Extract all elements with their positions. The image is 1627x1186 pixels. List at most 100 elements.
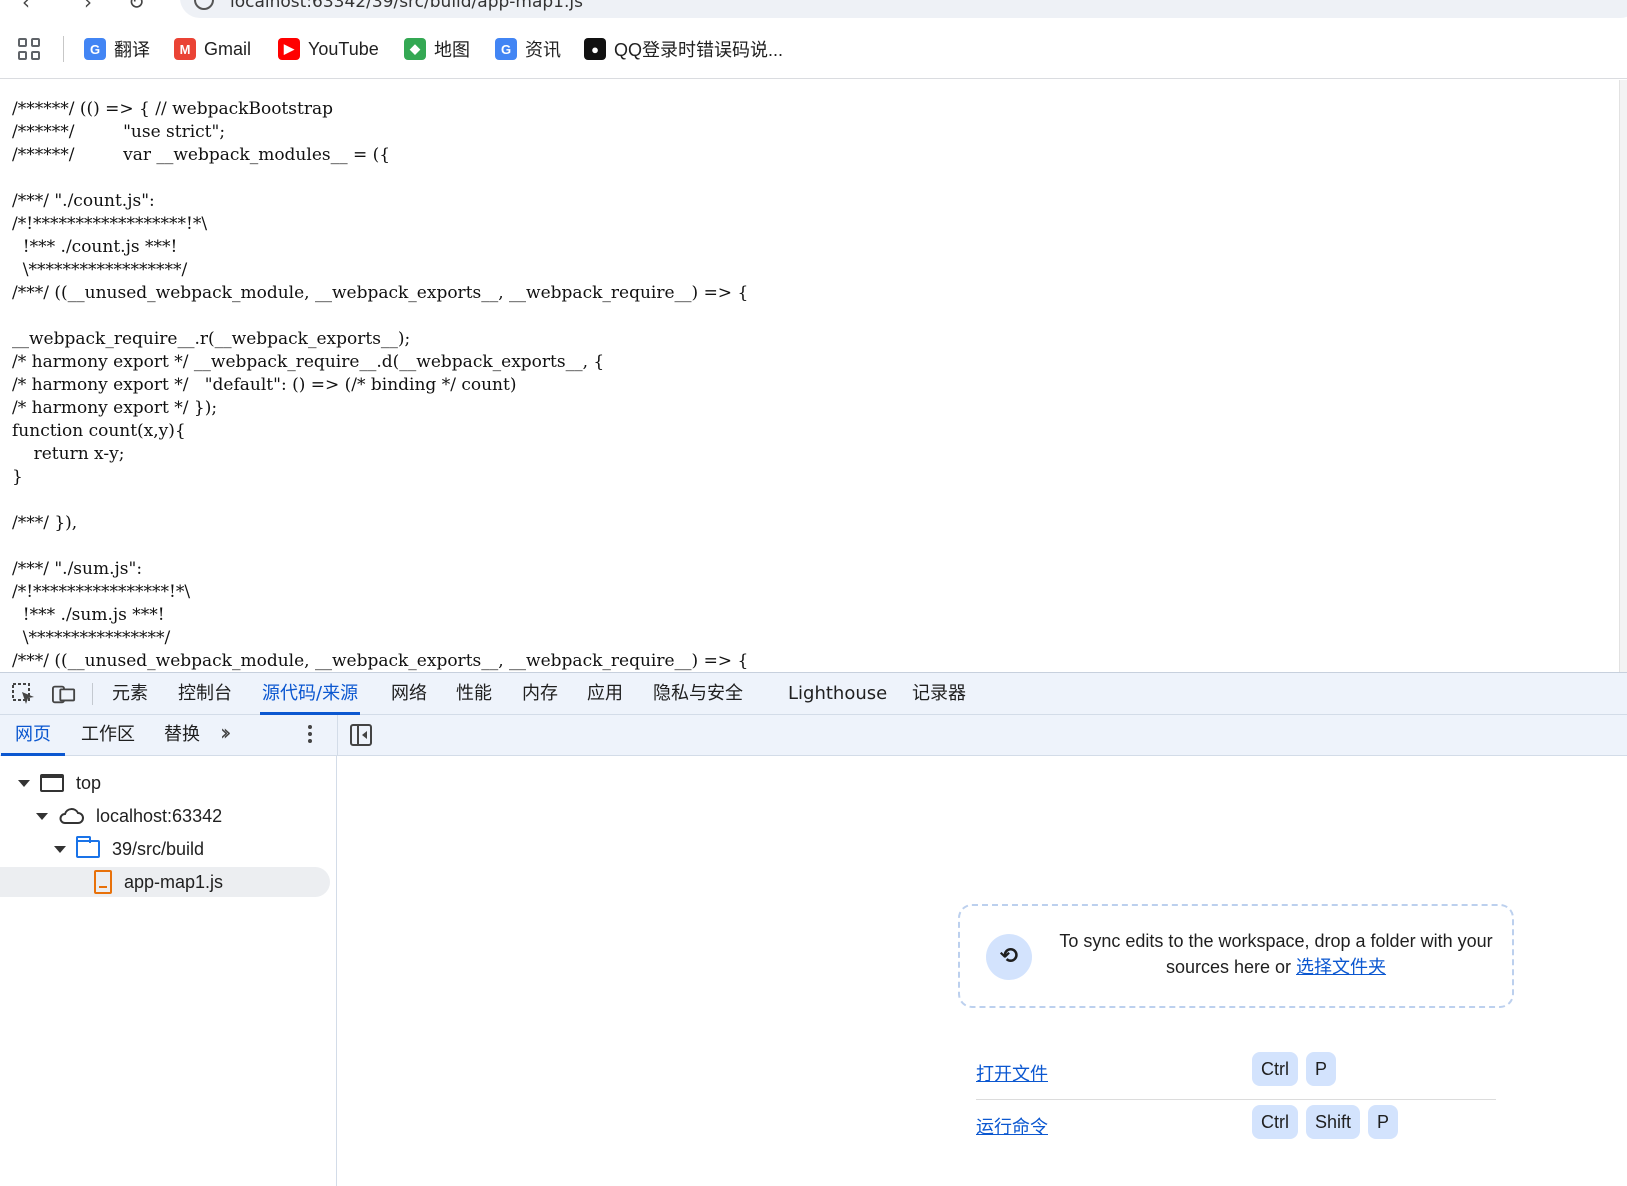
bookmarks-separator (63, 36, 64, 62)
apps-grid-icon[interactable] (18, 38, 40, 60)
code-line: /* harmony export */ "default": () => (/… (12, 375, 517, 395)
devtools-tab-9[interactable]: 记录器 (912, 673, 966, 715)
bookmark-favicon-icon: G (84, 38, 106, 60)
bookmark-1[interactable]: M Gmail (174, 36, 251, 62)
code-line: __webpack_require__.r(__webpack_exports_… (12, 329, 411, 349)
bookmark-3[interactable]: ◆ 地图 (404, 36, 470, 62)
code-line: /***/ "./sum.js": (12, 559, 143, 579)
code-line: /***/ }), (12, 513, 78, 533)
bookmark-label: 资讯 (525, 40, 561, 60)
code-line: /*!****************!*\ (12, 582, 191, 602)
shortcut-row: 打开文件 Ctrl P (976, 1046, 1496, 1100)
omnibox[interactable]: localhost:63342/39/src/build/app-map1.js (180, 0, 1627, 18)
more-tabs-chevron-icon[interactable]: ›› (220, 721, 231, 746)
pane-separator (337, 715, 338, 756)
toggle-navigator-icon[interactable] (350, 724, 372, 746)
devtools-tab-1[interactable]: 控制台 (178, 673, 232, 715)
code-line: /***/ "./count.js": (12, 191, 155, 211)
devtools-tab-7[interactable]: 隐私与安全 (653, 673, 743, 715)
code-line: /***/ ((__unused_webpack_module, __webpa… (12, 651, 749, 671)
cloud-icon (58, 807, 84, 825)
tree-item-label: localhost:63342 (96, 805, 223, 826)
sources-sub-tab-0[interactable]: 网页 (1, 715, 65, 756)
tree-item[interactable]: app-map1.js (0, 867, 330, 897)
bookmark-favicon-icon: G (495, 38, 517, 60)
key-chip: Ctrl (1252, 1105, 1298, 1139)
shortcut-link[interactable]: 运行命令 (976, 1113, 1048, 1139)
tree-item-label: app-map1.js (124, 871, 224, 892)
tab-separator (92, 683, 93, 705)
devtools-tab-8[interactable]: Lighthouse (788, 673, 887, 715)
code-line: /* harmony export */ __webpack_require__… (12, 352, 605, 372)
code-line: /******/ var __webpack_modules__ = ({ (12, 145, 391, 165)
key-chip: Ctrl (1252, 1052, 1298, 1086)
tree-item[interactable]: localhost:63342 (0, 801, 330, 831)
code-line: !*** ./sum.js ***! (12, 605, 165, 625)
bookmark-favicon-icon: ● (584, 38, 606, 60)
more-options-icon[interactable] (308, 725, 312, 745)
bookmark-favicon-icon: ◆ (404, 38, 426, 60)
folder-icon (76, 836, 100, 858)
page-source-view[interactable]: /******/ (() => { // webpackBootstrap /**… (0, 80, 1627, 672)
expand-triangle-icon[interactable] (36, 812, 48, 820)
frame-icon (40, 774, 64, 792)
code-line: /*!******************!*\ (12, 214, 208, 234)
key-chip: Shift (1306, 1105, 1361, 1139)
devtools-tab-4[interactable]: 性能 (456, 673, 492, 715)
bookmark-0[interactable]: G 翻译 (84, 36, 150, 62)
shortcut-link[interactable]: 打开文件 (976, 1060, 1048, 1086)
device-toolbar-icon[interactable] (52, 683, 76, 705)
code-line: !*** ./count.js ***! (12, 237, 178, 257)
code-line: /******/ (() => { // webpackBootstrap (12, 99, 333, 119)
devtools-tab-5[interactable]: 内存 (522, 673, 558, 715)
bookmark-5[interactable]: ● QQ登录时错误码说... (584, 36, 783, 62)
sources-sub-tab-1[interactable]: 工作区 (81, 715, 135, 755)
bookmarks-bar: G 翻译 M Gmail ▶ YouTube ◆ 地图 G 资讯 ● QQ登录时错误码说... (0, 22, 1627, 79)
shortcut-keys: Ctrl Shift P (1252, 1105, 1406, 1139)
devtools-main-tabs: 元素 控制台 源代码/来源 网络 性能 内存 应用 隐私与安全 Lighthouse 记录器 (0, 673, 1627, 715)
bookmark-2[interactable]: ▶ YouTube (278, 36, 379, 62)
bookmark-label: 地图 (434, 40, 470, 60)
page-scrollbar[interactable] (1619, 80, 1627, 672)
code-line: /* harmony export */ }); (12, 398, 218, 418)
devtools-tab-6[interactable]: 应用 (587, 673, 623, 715)
devtools-tab-2[interactable]: 源代码/来源 (259, 673, 361, 715)
site-info-icon[interactable] (194, 0, 214, 10)
url-text[interactable]: localhost:63342/39/src/build/app-map1.js (230, 0, 583, 12)
bookmark-label: Gmail (204, 38, 252, 59)
code-line: /******/ "use strict"; (12, 122, 226, 142)
code-line: return x-y; (12, 444, 125, 464)
sources-sub-tab-2[interactable]: 替换 (164, 715, 200, 755)
back-icon[interactable]: ‹ (22, 0, 30, 14)
reload-icon[interactable]: ↻ (128, 0, 145, 14)
bookmark-favicon-icon: ▶ (278, 38, 300, 60)
bookmark-favicon-icon: M (174, 38, 196, 60)
key-chip: P (1368, 1105, 1399, 1139)
sources-sub-tabs: 网页 工作区 替换 ›› (0, 715, 1627, 756)
forward-icon[interactable]: › (84, 0, 92, 14)
devtools-tab-3[interactable]: 网络 (391, 673, 427, 715)
workspace-drop-zone[interactable]: ⟲ To sync edits to the workspace, drop a… (958, 904, 1514, 1008)
expand-triangle-icon[interactable] (54, 845, 66, 853)
code-line: function count(x,y){ (12, 421, 186, 441)
bookmark-4[interactable]: G 资讯 (495, 36, 561, 62)
drop-zone-message: To sync edits to the workspace, drop a f… (1059, 931, 1493, 977)
drop-zone-text: To sync edits to the workspace, drop a f… (1056, 928, 1496, 980)
code-line: /***/ ((__unused_webpack_module, __webpa… (12, 283, 749, 303)
code-line: \******************/ (12, 260, 188, 280)
shortcut-row: 运行命令 Ctrl Shift P (976, 1099, 1496, 1153)
bookmark-label: YouTube (308, 38, 379, 59)
file-icon (94, 870, 112, 894)
editor-empty-state: ⟲ To sync edits to the workspace, drop a… (338, 756, 1627, 1186)
select-folder-link[interactable]: 选择文件夹 (1296, 957, 1386, 977)
shortcut-keys: Ctrl P (1252, 1052, 1344, 1086)
expand-triangle-icon[interactable] (18, 779, 30, 787)
tree-item[interactable]: top (0, 768, 330, 798)
tree-item[interactable]: 39/src/build (0, 834, 330, 864)
devtools-tab-0[interactable]: 元素 (112, 673, 148, 715)
key-chip: P (1306, 1052, 1337, 1086)
inspect-element-icon[interactable] (12, 683, 36, 705)
sync-icon: ⟲ (986, 934, 1032, 980)
code-line: \****************/ (12, 628, 171, 648)
